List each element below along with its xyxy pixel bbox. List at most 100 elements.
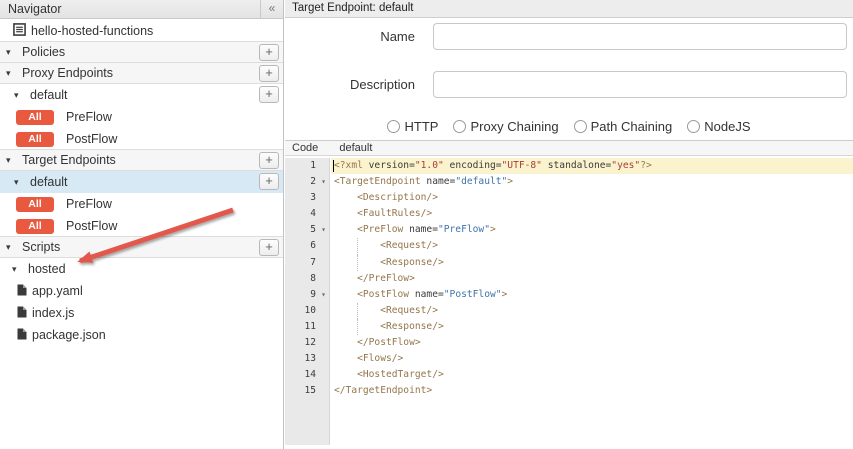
- line-number[interactable]: 5▾: [285, 222, 329, 238]
- collapse-sidebar-button[interactable]: «: [260, 0, 283, 18]
- radio-label: Proxy Chaining: [470, 119, 558, 134]
- nav-item-label: Target Endpoints: [22, 153, 116, 167]
- disclosure-triangle-icon[interactable]: ▾: [14, 91, 25, 100]
- line-number[interactable]: 13: [285, 351, 329, 367]
- line-number[interactable]: 12: [285, 335, 329, 351]
- nav-item-scripts[interactable]: ▾ Scripts +: [0, 236, 283, 258]
- code-tab[interactable]: Code: [292, 142, 318, 154]
- name-label: Name: [285, 29, 415, 44]
- indent-guide: [357, 238, 358, 254]
- line-number[interactable]: 8: [285, 271, 329, 287]
- add-button[interactable]: +: [259, 65, 279, 82]
- line-number[interactable]: 7: [285, 255, 329, 271]
- line-number[interactable]: 9▾: [285, 287, 329, 303]
- nav-item-label: package.json: [32, 328, 106, 342]
- line-number[interactable]: 15: [285, 383, 329, 399]
- radio-http[interactable]: HTTP: [387, 119, 438, 134]
- code-editor[interactable]: 12▾345▾6789▾101112131415 <?xml version="…: [285, 158, 853, 445]
- fold-arrow-icon[interactable]: ▾: [321, 174, 326, 190]
- nav-item-label: PreFlow: [66, 110, 112, 124]
- nav-item-postflow[interactable]: AllPostFlow: [0, 128, 283, 150]
- radio-circle-icon[interactable]: [387, 120, 400, 133]
- nav-item-preflow[interactable]: AllPreFlow: [0, 193, 283, 215]
- add-button[interactable]: +: [259, 86, 279, 103]
- name-input[interactable]: [433, 23, 847, 50]
- code-line-5[interactable]: <PreFlow name="PreFlow">: [331, 222, 853, 238]
- line-number[interactable]: 1: [285, 158, 329, 174]
- disclosure-triangle-icon[interactable]: ▾: [14, 178, 25, 187]
- flow-condition-badge: All: [16, 110, 54, 125]
- code-line-4[interactable]: <FaultRules/>: [331, 206, 853, 222]
- file-icon: [17, 328, 27, 343]
- line-number[interactable]: 6: [285, 238, 329, 254]
- nav-item-label: default: [30, 88, 68, 102]
- nav-item-default[interactable]: ▾ default +: [0, 84, 283, 106]
- text-cursor: [333, 160, 334, 172]
- nav-item-label: Proxy Endpoints: [22, 66, 113, 80]
- radio-circle-icon[interactable]: [453, 120, 466, 133]
- add-button[interactable]: +: [259, 173, 279, 190]
- fold-arrow-icon[interactable]: ▾: [321, 287, 326, 303]
- bundle-summary-icon: [13, 23, 26, 39]
- nav-item-app-yaml[interactable]: app.yaml: [0, 280, 283, 302]
- add-button[interactable]: +: [259, 239, 279, 256]
- target-endpoint-panel: Target Endpoint: default Name Descriptio…: [285, 0, 853, 449]
- indent-guide: [357, 255, 358, 271]
- nav-item-label: default: [30, 175, 68, 189]
- code-line-10[interactable]: <Request/>: [331, 303, 853, 319]
- nav-item-hosted[interactable]: ▾ hosted: [0, 258, 283, 280]
- code-line-11[interactable]: <Response/>: [331, 319, 853, 335]
- disclosure-triangle-icon[interactable]: ▾: [6, 48, 17, 57]
- disclosure-triangle-icon[interactable]: ▾: [12, 265, 23, 274]
- nav-item-label: Policies: [22, 45, 65, 59]
- nav-item-label: hosted: [28, 262, 66, 276]
- nav-item-default[interactable]: ▾ default +: [0, 171, 283, 193]
- file-icon: [17, 284, 27, 299]
- radio-circle-icon[interactable]: [574, 120, 587, 133]
- code-toolbar: Code default: [285, 140, 853, 156]
- nav-item-index-js[interactable]: index.js: [0, 302, 283, 324]
- file-icon: [17, 306, 27, 321]
- disclosure-triangle-icon[interactable]: ▾: [6, 243, 17, 252]
- code-line-3[interactable]: <Description/>: [331, 190, 853, 206]
- line-number[interactable]: 2▾: [285, 174, 329, 190]
- line-number[interactable]: 3: [285, 190, 329, 206]
- code-line-8[interactable]: </PreFlow>: [331, 271, 853, 287]
- radio-circle-icon[interactable]: [687, 120, 700, 133]
- nav-item-postflow[interactable]: AllPostFlow: [0, 215, 283, 237]
- nav-item-label: app.yaml: [32, 284, 83, 298]
- navigator-header: Navigator «: [0, 0, 283, 19]
- nav-item-target-endpoints[interactable]: ▾ Target Endpoints +: [0, 149, 283, 171]
- disclosure-triangle-icon[interactable]: ▾: [6, 156, 17, 165]
- add-button[interactable]: +: [259, 152, 279, 169]
- code-line-1[interactable]: <?xml version="1.0" encoding="UTF-8" sta…: [331, 158, 853, 174]
- nav-item-package-json[interactable]: package.json: [0, 324, 283, 346]
- radio-label: Path Chaining: [591, 119, 673, 134]
- code-line-15[interactable]: </TargetEndpoint>: [331, 383, 853, 399]
- add-button[interactable]: +: [259, 44, 279, 61]
- code-line-9[interactable]: <PostFlow name="PostFlow">: [331, 287, 853, 303]
- code-line-2[interactable]: <TargetEndpoint name="default">: [331, 174, 853, 190]
- line-number[interactable]: 10: [285, 303, 329, 319]
- code-line-6[interactable]: <Request/>: [331, 238, 853, 254]
- nav-item-preflow[interactable]: All PreFlow: [0, 106, 283, 128]
- disclosure-triangle-icon[interactable]: ▾: [6, 69, 17, 78]
- nav-item-hello-hosted-functions[interactable]: hello-hosted-functions: [0, 19, 283, 42]
- description-input[interactable]: [433, 71, 847, 98]
- code-line-12[interactable]: </PostFlow>: [331, 335, 853, 351]
- fold-arrow-icon[interactable]: ▾: [321, 222, 326, 238]
- line-number[interactable]: 14: [285, 367, 329, 383]
- code-line-7[interactable]: <Response/>: [331, 255, 853, 271]
- endpoint-form: Name Description HTTPProxy ChainingPath …: [285, 18, 853, 140]
- radio-nodejs[interactable]: NodeJS: [687, 119, 750, 134]
- nav-item-proxy-endpoints[interactable]: ▾ Proxy Endpoints +: [0, 62, 283, 84]
- nav-item-label: Scripts: [22, 240, 60, 254]
- code-line-14[interactable]: <HostedTarget/>: [331, 367, 853, 383]
- radio-proxy-chaining[interactable]: Proxy Chaining: [453, 119, 558, 134]
- line-number[interactable]: 4: [285, 206, 329, 222]
- radio-path-chaining[interactable]: Path Chaining: [574, 119, 673, 134]
- editor-content[interactable]: <?xml version="1.0" encoding="UTF-8" sta…: [331, 158, 853, 445]
- line-number[interactable]: 11: [285, 319, 329, 335]
- nav-item-policies[interactable]: ▾ Policies +: [0, 41, 283, 63]
- code-line-13[interactable]: <Flows/>: [331, 351, 853, 367]
